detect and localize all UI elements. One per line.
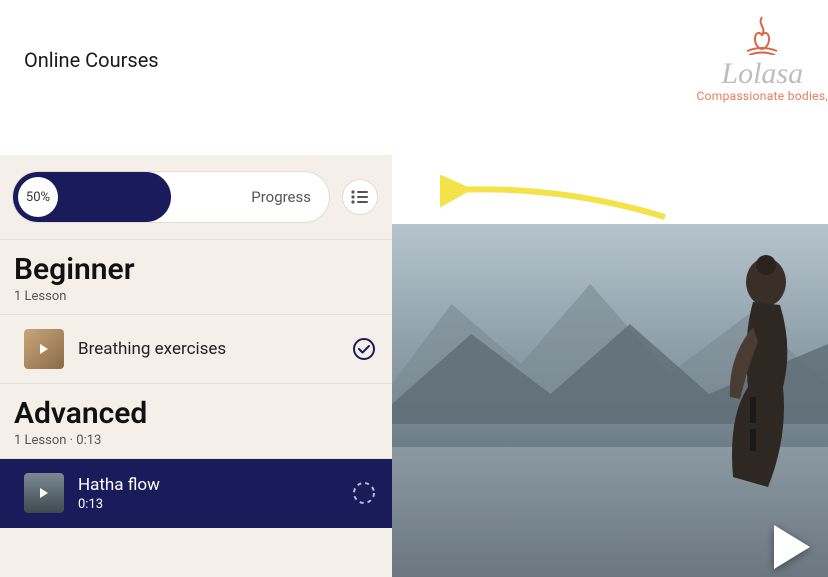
lesson-thumbnail bbox=[24, 473, 64, 513]
list-icon bbox=[351, 190, 369, 204]
progress-label: Progress bbox=[251, 188, 311, 206]
section-title: Beginner bbox=[14, 252, 378, 287]
progress-row: 50% Progress bbox=[0, 155, 392, 240]
section-meta: 1 Lesson · 0:13 bbox=[14, 433, 378, 448]
section-meta: 1 Lesson bbox=[14, 289, 378, 304]
flame-icon bbox=[737, 15, 787, 55]
progress-bar: 50% Progress bbox=[12, 171, 330, 223]
brand-name: Lolasa bbox=[697, 59, 828, 89]
play-icon bbox=[40, 488, 48, 498]
progress-circle-icon bbox=[352, 481, 376, 505]
lesson-title: Hatha flow bbox=[78, 475, 338, 495]
lesson-title: Breathing exercises bbox=[78, 339, 338, 359]
section-header-advanced: Advanced 1 Lesson · 0:13 bbox=[0, 384, 392, 459]
course-sidebar: 50% Progress Beginner 1 Lesson Breathing… bbox=[0, 155, 392, 577]
lesson-item-hatha[interactable]: Hatha flow 0:13 bbox=[0, 459, 392, 528]
lesson-item-breathing[interactable]: Breathing exercises bbox=[0, 315, 392, 384]
play-button[interactable] bbox=[774, 525, 810, 569]
check-circle-icon bbox=[352, 337, 376, 361]
section-header-beginner: Beginner 1 Lesson bbox=[0, 240, 392, 315]
video-subject bbox=[658, 247, 818, 527]
lesson-thumbnail bbox=[24, 329, 64, 369]
lesson-duration: 0:13 bbox=[78, 497, 338, 512]
video-player[interactable] bbox=[392, 224, 828, 577]
section-title: Advanced bbox=[14, 396, 378, 431]
play-icon bbox=[40, 344, 48, 354]
brand-logo: Lolasa Compassionate bodies, bbox=[697, 15, 828, 103]
progress-percent: 50% bbox=[18, 177, 58, 217]
brand-tagline: Compassionate bodies, bbox=[697, 89, 828, 103]
page-title: Online Courses bbox=[24, 48, 159, 72]
sidebar-toggle-button[interactable] bbox=[342, 179, 378, 215]
